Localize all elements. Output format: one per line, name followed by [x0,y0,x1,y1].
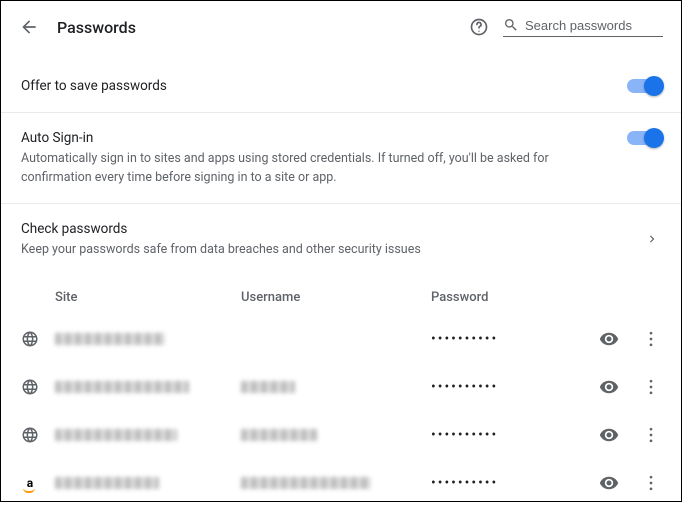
back-button[interactable] [19,17,39,37]
offer-save-label: Offer to save passwords [21,77,597,96]
more-options-icon[interactable] [641,329,661,349]
help-icon[interactable] [469,17,489,37]
username [241,477,371,489]
col-header-username: Username [241,290,431,305]
check-passwords-desc: Keep your passwords safe from data breac… [21,241,645,260]
chevron-right-icon [645,232,661,248]
password-mask: •••••••••• [431,331,589,347]
password-row: •••••••••• [1,315,681,363]
username [241,429,317,441]
more-options-icon[interactable] [641,425,661,445]
offer-save-toggle[interactable] [627,79,661,93]
auto-signin-toggle[interactable] [627,131,661,145]
check-passwords-label: Check passwords [21,220,645,239]
show-password-icon[interactable] [599,425,619,445]
amazon-favicon: a [21,474,39,492]
show-password-icon[interactable] [599,329,619,349]
passwords-table-header: Site Username Password [1,276,681,315]
globe-icon [21,378,39,396]
search-field[interactable] [503,17,663,37]
search-input[interactable] [525,18,663,33]
password-row: •••••••••• [1,363,681,411]
password-row: •••••••••• [1,411,681,459]
site-name[interactable] [55,381,189,393]
col-header-password: Password [431,290,661,305]
search-icon [503,17,519,33]
password-mask: •••••••••• [431,379,589,395]
show-password-icon[interactable] [599,473,619,493]
page-title: Passwords [57,18,136,37]
auto-signin-desc: Automatically sign in to sites and apps … [21,150,597,188]
col-header-site: Site [55,290,241,305]
site-name[interactable] [55,333,165,345]
auto-signin-label: Auto Sign-in [21,129,597,148]
username [241,381,295,393]
site-name[interactable] [55,429,177,441]
show-password-icon[interactable] [599,377,619,397]
more-options-icon[interactable] [641,473,661,493]
site-name[interactable] [55,477,159,489]
password-mask: •••••••••• [431,427,589,443]
password-row: a •••••••••• [1,459,681,507]
password-mask: •••••••••• [431,475,589,491]
globe-icon [21,426,39,444]
check-passwords-row[interactable]: Check passwords Keep your passwords safe… [21,220,661,260]
globe-icon [21,330,39,348]
more-options-icon[interactable] [641,377,661,397]
